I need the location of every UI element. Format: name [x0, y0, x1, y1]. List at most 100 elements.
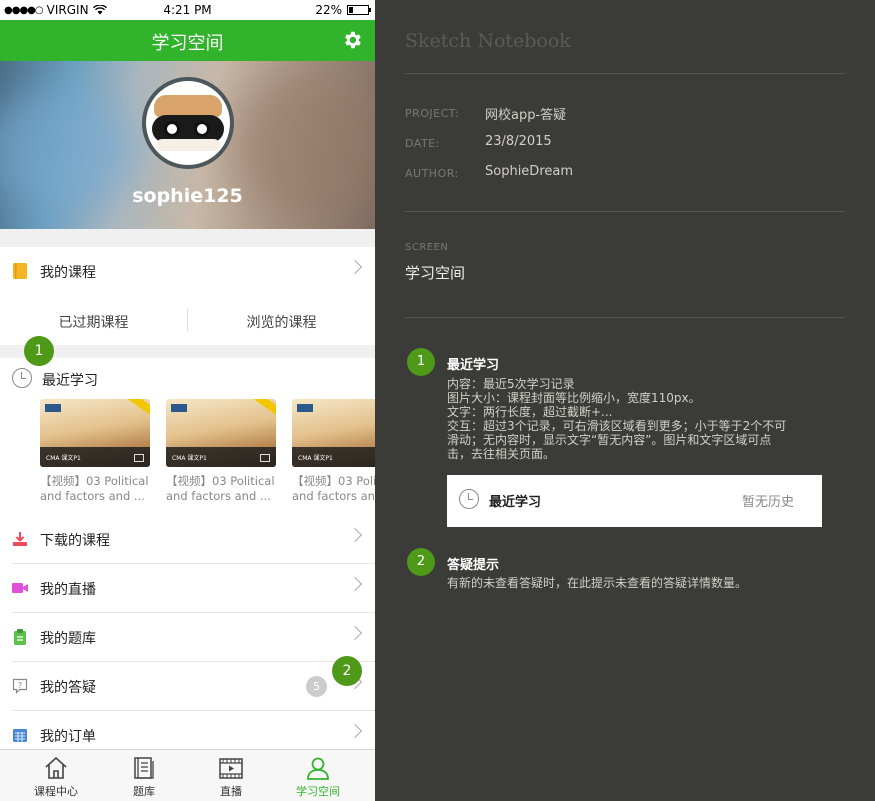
expired-courses-tab[interactable]: 已过期课程 [0, 312, 187, 332]
thumb-label: CMA 课文P1 [172, 455, 207, 462]
note-title: 最近学习 [447, 358, 500, 373]
question-bank-row[interactable]: 我的题库 [0, 613, 375, 662]
film-icon [219, 758, 243, 779]
question-bank-label: 我的题库 [40, 631, 96, 647]
note-line: 交互：超过3个记录，可右滑该区域看到更多；小于等于2个不可 [447, 419, 787, 433]
course-caption[interactable]: 【视频】03 Political and factors and ... [40, 474, 158, 504]
tab-live[interactable]: 直播 [187, 750, 275, 801]
my-qa-label: 我的答疑 [40, 680, 96, 696]
avatar-cookie [154, 95, 222, 117]
thumb-label: CMA 课文P1 [298, 455, 333, 462]
screen-key: SCREEN [405, 242, 449, 253]
user-icon [307, 757, 329, 780]
project-value: 网校app-答疑 [485, 108, 567, 123]
downloaded-courses-label: 下载的课程 [40, 533, 110, 549]
tab-study-space[interactable]: 学习空间 [274, 750, 362, 801]
downloaded-courses-row[interactable]: 下载的课程 [0, 515, 375, 564]
sketch-notebook-panel: Sketch Notebook PROJECT: 网校app-答疑 DATE: … [375, 0, 875, 801]
calendar-icon [13, 729, 27, 742]
course-caption-line1: 【视频】03 Political [40, 474, 149, 488]
profile-header: sophie125 [0, 61, 375, 229]
my-courses-label: 我的课程 [40, 265, 96, 281]
note-body: 有新的未查看答疑时，在此提示未查看的答疑详情数量。 [447, 576, 843, 590]
phone-screen: ●●●●○ VIRGIN 4:21 PM 22% 学习空间 sophie125 … [0, 0, 375, 801]
my-orders-label: 我的订单 [40, 729, 96, 745]
username: sophie125 [132, 185, 243, 207]
course-caption-line2: and factors and ... [40, 489, 145, 503]
battery-icon [347, 5, 371, 15]
svg-text:?: ? [18, 681, 22, 690]
date-key: DATE: [405, 137, 440, 150]
qa-count-badge: 5 [306, 676, 327, 697]
note-line: 有新的未查看答疑时，在此提示未查看的答疑详情数量。 [447, 576, 748, 590]
battery-percent: 22% [315, 3, 342, 17]
chevron-right-icon [347, 723, 363, 739]
history-clock-icon [459, 489, 479, 509]
video-icon [134, 454, 144, 462]
course-logo [45, 404, 61, 412]
note-line: 图片大小：课程封面等比例缩小，宽度110px。 [447, 391, 701, 405]
browsed-courses-tab[interactable]: 浏览的课程 [188, 312, 375, 332]
note-number: 1 [407, 348, 435, 376]
avatar-eye-right [194, 121, 210, 137]
corner-ribbon [128, 399, 150, 417]
tab-label: 学习空间 [296, 785, 340, 798]
tab-question-bank[interactable]: 题库 [100, 750, 188, 801]
divider [405, 211, 845, 212]
note-line: 击，去往相关页面。 [447, 447, 556, 461]
clipboard-icon [14, 629, 26, 645]
my-qa-row[interactable]: ? 我的答疑 5 [0, 662, 375, 711]
note-line: 滑动；无内容时，显示文字“暂无内容”。图片和文字区域可点 [447, 433, 772, 447]
download-icon [13, 532, 27, 546]
course-thumbnail[interactable]: CMA 课文P1 [40, 399, 150, 467]
course-caption[interactable]: 【视频】03 Political and factors and ... [292, 474, 375, 504]
course-caption[interactable]: 【视频】03 Political and factors and ... [166, 474, 284, 504]
course-caption-line2: and factors and ... [292, 489, 375, 503]
section-gap [0, 229, 375, 247]
note-line: 文字：两行长度，超过截断+... [447, 405, 613, 419]
course-caption-line1: 【视频】03 Political [166, 474, 275, 488]
video-icon [260, 454, 270, 462]
page-title: 学习空间 [151, 33, 224, 54]
date-value: 23/8/2015 [485, 134, 552, 149]
course-thumbnail[interactable]: CMA 课文P1 [292, 399, 375, 467]
divider [405, 317, 845, 318]
course-caption-line1: 【视频】03 Political [292, 474, 375, 488]
notebook-title: Sketch Notebook [405, 30, 571, 52]
nav-bar: 学习空间 [0, 20, 375, 61]
avatar-eye-left [164, 121, 180, 137]
divider [405, 73, 845, 74]
empty-state-demo: 最近学习 暂无历史 [447, 475, 822, 527]
question-bubble-icon: ? [12, 678, 28, 694]
avatar-cream [156, 139, 220, 151]
chevron-right-icon [347, 259, 363, 275]
status-right: 22% [315, 3, 371, 17]
course-logo [171, 404, 187, 412]
video-camera-icon [12, 583, 28, 593]
note-line: 内容：最近5次学习记录 [447, 377, 575, 391]
annotation-marker-1: 1 [24, 336, 54, 366]
course-thumbnail[interactable]: CMA 课文P1 [166, 399, 276, 467]
notebook-icon [13, 263, 27, 279]
thumb-label: CMA 课文P1 [46, 455, 81, 462]
history-clock-icon [12, 368, 32, 388]
my-courses-row[interactable]: 我的课程 [0, 247, 375, 296]
demo-empty-text: 暂无历史 [741, 495, 794, 510]
tab-course-center[interactable]: 课程中心 [12, 750, 100, 801]
demo-title: 最近学习 [489, 495, 542, 510]
avatar[interactable] [142, 77, 234, 169]
note-body: 内容：最近5次学习记录 图片大小：课程封面等比例缩小，宽度110px。 文字：两… [447, 377, 843, 461]
chevron-right-icon [347, 625, 363, 641]
tab-label: 直播 [220, 785, 242, 798]
tab-bar: 课程中心 题库 直播 学习空间 [0, 749, 375, 801]
course-logo [297, 404, 313, 412]
course-subtabs: 已过期课程 浏览的课程 [0, 295, 375, 345]
menu-list: 下载的课程 我的直播 我的题库 ? 我的答疑 5 我的订单 [0, 515, 375, 749]
corner-ribbon [254, 399, 276, 417]
course-caption-line2: and factors and ... [166, 489, 271, 503]
home-icon [45, 756, 67, 779]
gear-icon[interactable] [341, 29, 363, 51]
my-live-row[interactable]: 我的直播 [0, 564, 375, 613]
tab-label: 题库 [133, 785, 155, 798]
chevron-right-icon [347, 576, 363, 592]
